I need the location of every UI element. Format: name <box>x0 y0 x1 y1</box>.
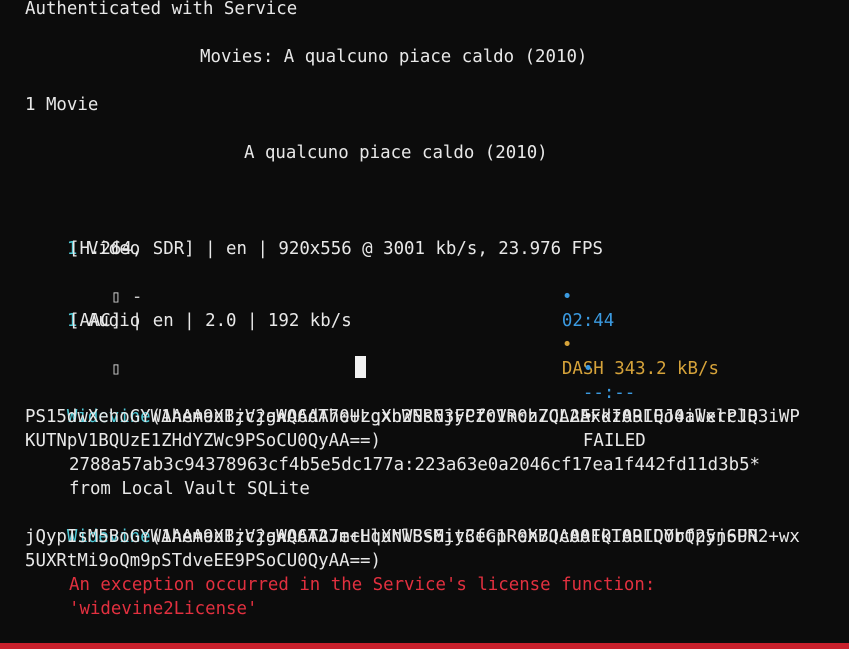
audio-status: ▯ <box>69 333 121 379</box>
pssh-text: jQypIsM5BoGYW1hem9uIjVjaWQ6T2JmcHluNlBSM… <box>25 527 758 547</box>
terminal-window[interactable]: Authenticated with Service Movies: A qua… <box>0 0 849 643</box>
video-track-heading: 1 Video <box>25 213 140 259</box>
video-status: ▯ - <box>69 261 142 307</box>
bullet-icon: • <box>582 359 594 379</box>
pssh-text: PS15dwXehoGYW1hem9uIjVjaWQ6dTh0Uzgxb2NRN… <box>25 407 758 427</box>
error-message: An exception occurred in the Service's l… <box>69 575 656 595</box>
movie-count: 1 Movie <box>25 95 99 115</box>
widevine-pssh-2: Widevine(AAAAeXBzc2gAAAAA7e+LqXnWSs6jyCf… <box>25 501 800 547</box>
video-time: 02:44 <box>561 311 615 331</box>
audio-status-icon: ▯ <box>110 359 122 379</box>
video-progress: • 02:44 • DASH 343.2 kB/s <box>520 261 719 379</box>
auth-status-text: Authenticated with Service <box>25 0 298 19</box>
movie-title: A qualcuno piace caldo (2010) <box>244 143 548 163</box>
bullet-icon: • <box>561 287 573 307</box>
pssh-text: KUTNpV1BQUzE1ZHdYZWc9PSoCU0QyAA==) <box>25 431 381 451</box>
error-function-name: 'widevine2License' <box>69 599 258 619</box>
audio-progress: • --:-- • FAILED <box>541 333 646 451</box>
widevine-pssh-1: Widevine(AAAAeXBzc2gAAAAA7e+LqXnWSs6jyCf… <box>25 381 800 427</box>
movies-header: Movies: A qualcuno piace caldo (2010) <box>200 47 588 67</box>
terminal-cursor <box>355 356 366 378</box>
bottom-border <box>0 643 849 649</box>
content-key: 2788a57ab3c94378963cf4b5e5dc177a:223a63e… <box>69 455 761 475</box>
audio-result: FAILED <box>582 431 646 451</box>
audio-track-details: [AAC] | en | 2.0 | 192 kb/s <box>69 311 352 331</box>
audio-track-heading: 1 Audio <box>25 285 140 331</box>
key-source: from Local Vault SQLite <box>69 479 310 499</box>
pssh-text: 5UXRtMi9oQm9pSTdveEE9PSoCU0QyAA==) <box>25 551 381 571</box>
video-track-details: [H.264, SDR] | en | 920x556 @ 3001 kb/s,… <box>69 239 603 259</box>
